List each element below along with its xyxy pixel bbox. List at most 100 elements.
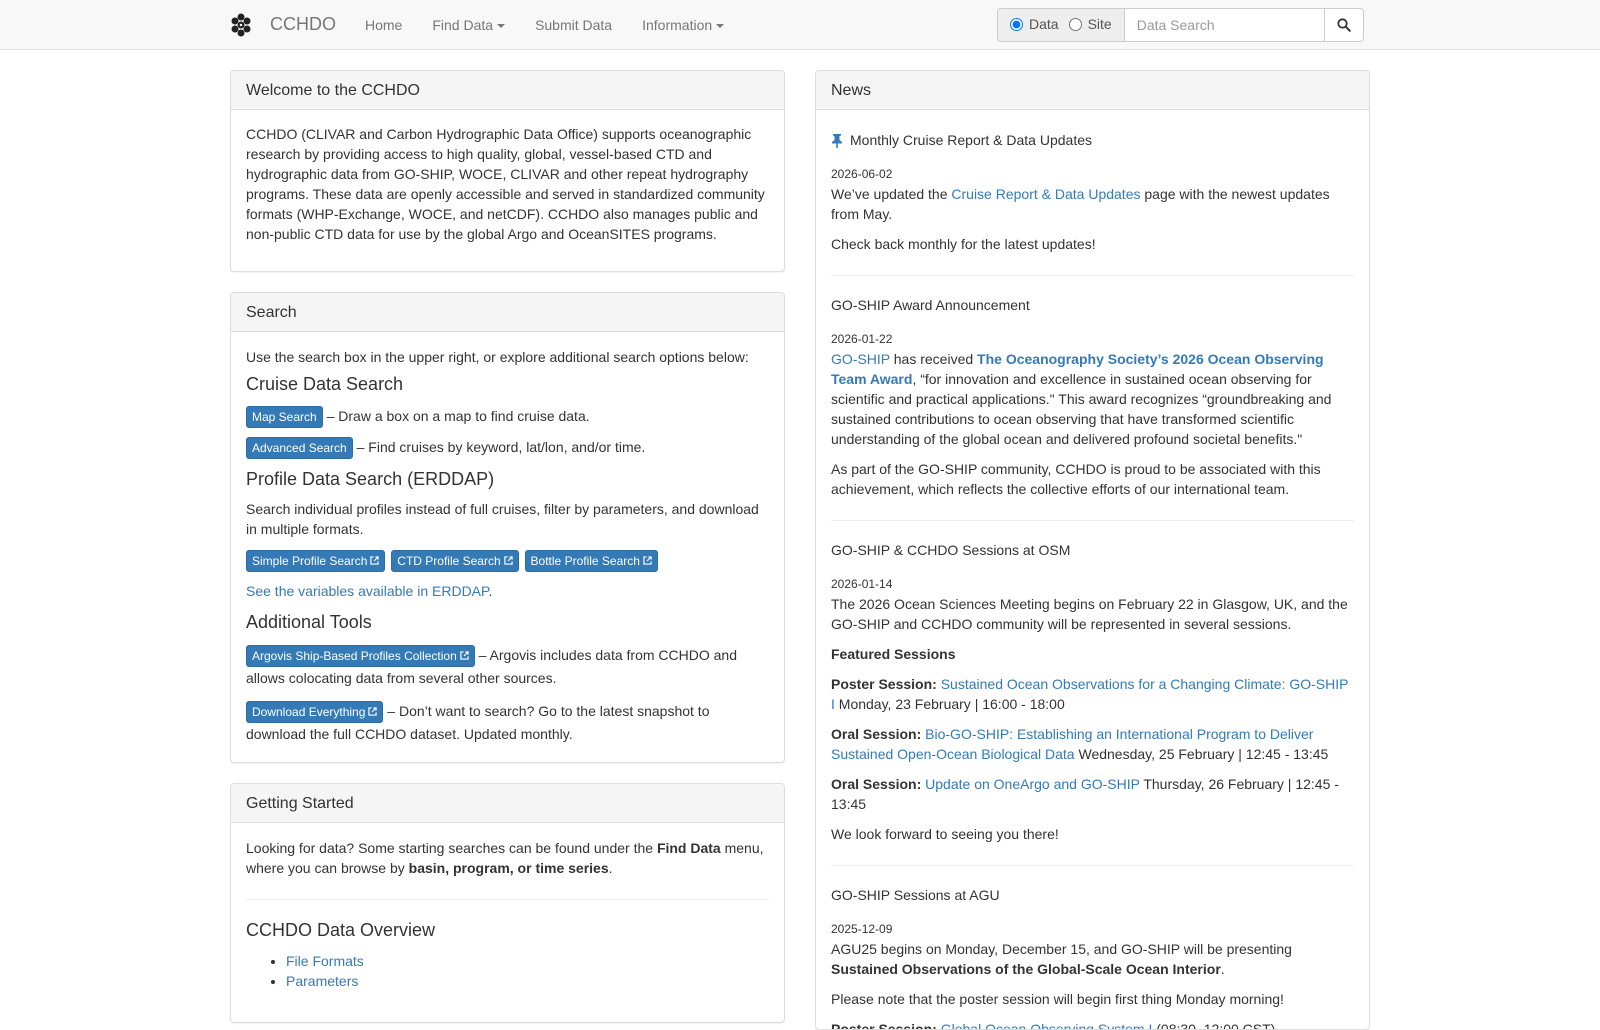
map-search-desc: – Draw a box on a map to find cruise dat…	[322, 407, 590, 424]
gs-text3: .	[608, 859, 613, 876]
news-paragraph: The 2026 Ocean Sciences Meeting begins o…	[831, 596, 1348, 633]
bottle-profile-search-button[interactable]: Bottle Profile Search	[524, 550, 658, 573]
news-date: 2026-01-14	[831, 577, 893, 592]
search-icon	[1337, 18, 1351, 32]
divider	[831, 865, 1354, 867]
news-panel: News Monthly Cruise Report & Data Update…	[815, 70, 1370, 1030]
bottle-profile-label: Bottle Profile Search	[530, 554, 640, 569]
radio-data-label[interactable]: Data	[1010, 15, 1059, 35]
session-type: Poster Session:	[831, 676, 937, 693]
radio-site-label[interactable]: Site	[1068, 15, 1112, 35]
parameters-link[interactable]: Parameters	[286, 973, 358, 989]
simple-profile-search-button[interactable]: Simple Profile Search	[246, 550, 386, 573]
search-intro: Use the search box in the upper right, o…	[246, 349, 749, 365]
external-link-icon	[503, 556, 513, 565]
news-paragraph: We look forward to seeing you there!	[831, 826, 1059, 843]
search-group: Data Site	[997, 8, 1364, 42]
download-row: Download Everything – Don’t want to sear…	[246, 700, 769, 746]
navbar: CCHDO Home Find Data Submit Data Informa…	[0, 0, 1600, 50]
profile-buttons-row: Simple Profile Search CTD Profile Search…	[246, 550, 769, 573]
search-type-radios: Data Site	[997, 8, 1125, 42]
text: Featured Sessions	[831, 646, 956, 663]
search-input[interactable]	[1124, 8, 1325, 42]
news-paragraph: Check back monthly for the latest update…	[831, 236, 1096, 253]
search-button[interactable]	[1324, 8, 1364, 42]
session-time: (08:30–12:00 CST)	[1152, 1021, 1276, 1030]
cruise-report-link[interactable]: Cruise Report & Data Updates	[951, 186, 1140, 202]
advanced-search-row: Advanced Search – Find cruises by keywor…	[246, 436, 769, 459]
file-formats-link[interactable]: File Formats	[286, 953, 364, 969]
radio-data[interactable]	[1010, 18, 1023, 32]
nav-links: Home Find Data Submit Data Information	[350, 0, 739, 50]
argovis-button[interactable]: Argovis Ship-Based Profiles Collection	[246, 644, 475, 667]
map-search-button[interactable]: Map Search	[246, 405, 323, 428]
map-search-row: Map Search – Draw a box on a map to find…	[246, 405, 769, 428]
news-paragraph: Please note that the poster session will…	[831, 991, 1284, 1008]
session-time: Monday, 23 February | 16:00 - 18:00	[834, 696, 1065, 713]
go-ship-link[interactable]: GO-SHIP	[831, 351, 890, 367]
caret-down-icon	[497, 24, 506, 29]
text: .	[1220, 961, 1225, 978]
nav-information-label: Information	[642, 17, 713, 33]
brand-text: CCHDO	[270, 14, 336, 35]
external-link-icon	[643, 556, 652, 565]
additional-tools-heading: Additional Tools	[246, 612, 372, 633]
news-item-title: Monthly Cruise Report & Data Updates	[831, 131, 1354, 151]
nav-information[interactable]: Information	[627, 0, 739, 50]
cruise-search-heading: Cruise Data Search	[246, 373, 404, 394]
news-paragraph: We’ve updated the Cruise Report & Data U…	[831, 185, 1354, 225]
gs-basin: basin, program, or time series	[408, 859, 609, 876]
session-item: Poster Session: Global Ocean Observing S…	[831, 1020, 1354, 1030]
download-everything-button[interactable]: Download Everything	[246, 700, 384, 723]
ctd-profile-search-button[interactable]: CTD Profile Search	[391, 550, 519, 573]
profile-search-heading: Profile Data Search (ERDDAP)	[246, 468, 495, 489]
news-item: GO-SHIP & CCHDO Sessions at OSM 2026-01-…	[831, 541, 1354, 845]
welcome-panel: Welcome to the CCHDO CCHDO (CLIVAR and C…	[230, 70, 785, 272]
search-panel: Search Use the search box in the upper r…	[230, 292, 785, 763]
radio-site[interactable]	[1068, 18, 1082, 32]
erddap-row: See the variables available in ERDDAP.	[246, 582, 769, 602]
simple-profile-label: Simple Profile Search	[252, 554, 368, 569]
session-link[interactable]: Global Ocean Observing System I	[941, 1021, 1153, 1029]
radio-site-text: Site	[1087, 16, 1112, 32]
radio-data-text: Data	[1029, 16, 1059, 32]
session-type: Oral Session:	[831, 776, 922, 793]
divider	[246, 898, 769, 900]
news-date: 2026-06-02	[831, 166, 893, 181]
external-link-icon	[370, 556, 380, 565]
nav-submit-data[interactable]: Submit Data	[520, 0, 627, 50]
erddap-suffix: .	[488, 583, 493, 600]
ctd-profile-label: CTD Profile Search	[397, 554, 501, 569]
profile-search-desc: Search individual profiles instead of fu…	[246, 501, 759, 538]
news-paragraph: AGU25 begins on Monday, December 15, and…	[831, 940, 1354, 980]
external-link-icon	[368, 707, 378, 716]
getting-started-text: Looking for data? Some starting searches…	[246, 839, 769, 879]
erddap-variables-link[interactable]: See the variables available in ERDDAP	[246, 583, 489, 599]
session-link[interactable]: Update on OneArgo and GO-SHIP	[925, 776, 1140, 792]
news-date: 2026-01-22	[831, 332, 893, 347]
session-type: Poster Session:	[831, 1021, 937, 1030]
session-type: Oral Session:	[831, 726, 922, 743]
getting-started-panel: Getting Started Looking for data? Some s…	[230, 783, 785, 1023]
advanced-search-button[interactable]: Advanced Search	[246, 436, 353, 459]
nav-find-data[interactable]: Find Data	[417, 0, 520, 50]
news-item-title: GO-SHIP Award Announcement	[831, 297, 1030, 314]
download-label: Download Everything	[252, 704, 366, 719]
news-item-title: GO-SHIP & CCHDO Sessions at OSM	[831, 542, 1071, 559]
text: Sustained Observations of the Global-Sca…	[831, 961, 1221, 978]
divider	[831, 520, 1354, 522]
text: AGU25 begins on Monday, December 15, and…	[831, 941, 1292, 958]
news-item-title: GO-SHIP Sessions at AGU	[831, 887, 1000, 904]
brand-link[interactable]: CCHDO	[230, 0, 336, 50]
session-item: Oral Session: Bio-GO-SHIP: Establishing …	[831, 725, 1354, 765]
welcome-heading: Welcome to the CCHDO	[231, 71, 784, 110]
external-link-icon	[460, 651, 469, 660]
argovis-row: Argovis Ship-Based Profiles Collection –…	[246, 644, 769, 690]
nav-home[interactable]: Home	[350, 0, 417, 50]
news-title-text: Monthly Cruise Report & Data Updates	[850, 132, 1092, 148]
divider	[831, 275, 1354, 277]
data-overview-heading: CCHDO Data Overview	[246, 919, 436, 940]
text: has received	[889, 351, 978, 368]
getting-started-heading: Getting Started	[231, 784, 784, 823]
search-heading: Search	[231, 293, 784, 332]
